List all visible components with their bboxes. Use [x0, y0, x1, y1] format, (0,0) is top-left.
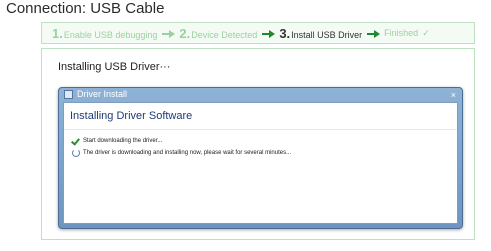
arrow-right-icon — [367, 30, 381, 38]
driver-install-window: Driver Install × Installing Driver Softw… — [58, 87, 463, 229]
step-label: Install USB Driver — [291, 29, 363, 40]
page-title: Connection: USB Cable — [6, 0, 165, 17]
step-label: Enable USB debugging — [63, 29, 158, 40]
step-device-detected: 2. Device Detected — [179, 26, 257, 41]
dialog-heading: Installing Driver Software — [70, 110, 193, 122]
window-titlebar[interactable]: Driver Install × — [59, 88, 462, 102]
loading-spinner-icon — [72, 149, 80, 157]
main-panel: Installing USB Driver··· Driver Install … — [41, 48, 475, 240]
step-number: 2. — [179, 25, 191, 41]
check-icon: ✓ — [422, 27, 430, 38]
steps-bar: 1. Enable USB debugging 2. Device Detect… — [41, 22, 475, 44]
step-number: 1. — [52, 25, 63, 41]
step-number: 3. — [279, 25, 291, 41]
step-install-usb-driver: 3. Install USB Driver — [279, 26, 362, 41]
status-line: Start downloading the driver... — [72, 137, 162, 145]
status-text: Start downloading the driver... — [83, 138, 163, 144]
arrow-right-icon — [262, 30, 276, 38]
status-text: The driver is downloading and installing… — [83, 150, 292, 156]
dialog-header: Installing Driver Software — [64, 103, 457, 130]
step-finished: Finished ✓ — [384, 28, 430, 39]
window-icon — [64, 90, 73, 99]
arrow-right-icon — [162, 30, 176, 38]
step-label: Device Detected — [191, 29, 258, 40]
installing-title: Installing USB Driver··· — [58, 61, 171, 73]
window-body: Installing Driver Software Start downloa… — [63, 102, 458, 224]
check-icon — [72, 137, 80, 145]
close-icon[interactable]: × — [451, 90, 456, 100]
step-label: Finished — [384, 27, 419, 38]
window-title: Driver Install — [77, 89, 128, 99]
status-line: The driver is downloading and installing… — [72, 149, 291, 157]
step-enable-usb-debugging: 1. Enable USB debugging — [52, 26, 157, 41]
